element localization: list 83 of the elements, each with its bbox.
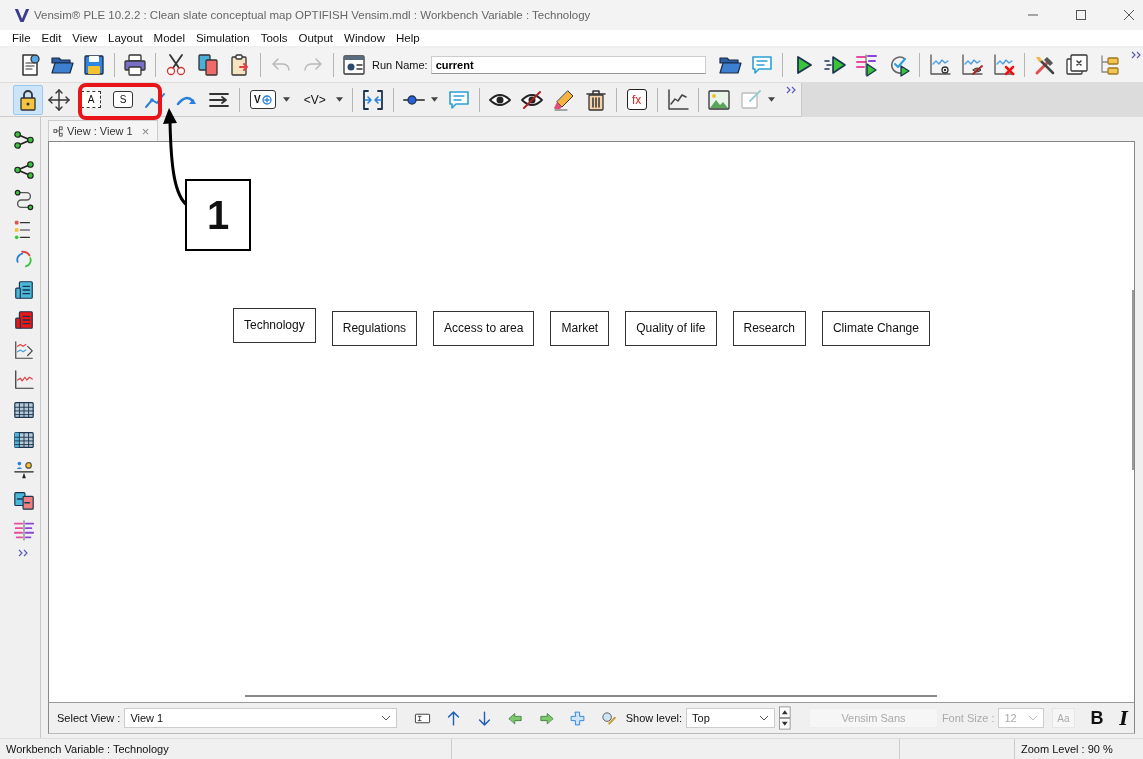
- loop-icon[interactable]: [13, 189, 35, 211]
- compare-icon[interactable]: [13, 489, 35, 511]
- picture-icon[interactable]: [706, 87, 731, 112]
- printer-icon[interactable]: [123, 53, 147, 77]
- step-play-icon[interactable]: [823, 53, 847, 77]
- graph-icon[interactable]: [13, 369, 35, 391]
- balance-icon[interactable]: [13, 459, 35, 481]
- menu-item[interactable]: Help: [395, 32, 420, 44]
- scrollbar[interactable]: [1132, 290, 1134, 470]
- chevron-down-icon: [380, 715, 391, 721]
- app-logo-icon: [14, 7, 30, 23]
- select-view-label: Select View :: [57, 712, 121, 724]
- variable-box[interactable]: Climate Change: [821, 311, 930, 346]
- menu-item[interactable]: Simulation: [195, 32, 250, 44]
- chevron-down-icon: [759, 715, 770, 721]
- document-icon[interactable]: [13, 309, 35, 331]
- variable-box[interactable]: Research: [732, 311, 806, 346]
- variable-box[interactable]: Quality of life: [625, 311, 717, 346]
- view-tab[interactable]: View : View 1 ×: [48, 120, 159, 141]
- table-icon[interactable]: [13, 399, 35, 421]
- menu-item[interactable]: Tools: [260, 32, 288, 44]
- causes-tree-icon[interactable]: [13, 129, 35, 151]
- menu-item[interactable]: Output: [298, 32, 334, 44]
- callout-label: 1: [185, 179, 251, 251]
- overflow-chevron-icon[interactable]: [785, 86, 798, 94]
- bars-icon[interactable]: [13, 519, 35, 541]
- zoom-level: Zoom Level : 90 %: [1020, 742, 1113, 757]
- merge-arrows-icon[interactable]: [360, 87, 385, 112]
- window-title: Vensim® PLE 10.2.2 : Clean slate conceptual map OPTIFISH Vensim.mdl : Workbench Variable : Technology: [34, 9, 591, 21]
- variable-box[interactable]: Technology: [233, 308, 316, 343]
- level-dropdown[interactable]: Top: [686, 708, 776, 728]
- document-icon[interactable]: [13, 279, 35, 301]
- trash-icon[interactable]: [583, 87, 608, 112]
- run-name-field[interactable]: current: [430, 56, 706, 74]
- menu-item[interactable]: Layout: [108, 32, 143, 44]
- sensitivity-play-icon[interactable]: [855, 53, 879, 77]
- font-size-label: Font Size :: [941, 712, 995, 724]
- scissors-icon[interactable]: [164, 53, 188, 77]
- stock-tool-button[interactable]: S: [113, 91, 133, 108]
- italic-button[interactable]: I: [1113, 707, 1134, 729]
- view-dropdown[interactable]: View 1: [124, 708, 397, 728]
- uses-tree-icon[interactable]: [13, 159, 35, 181]
- caret-icon[interactable]: [335, 97, 343, 102]
- variable-box[interactable]: Market: [550, 311, 610, 346]
- variable-box[interactable]: Access to area: [433, 311, 535, 346]
- graph-runner-icon[interactable]: [665, 87, 690, 112]
- menu-item[interactable]: View: [72, 32, 98, 44]
- bold-button[interactable]: B: [1084, 707, 1110, 729]
- menu-item[interactable]: Edit: [41, 32, 62, 44]
- function-button[interactable]: fx: [626, 89, 647, 110]
- plus-circle-icon: [261, 94, 272, 105]
- menu-item[interactable]: Model: [153, 32, 185, 44]
- diagram-icon: [53, 125, 64, 137]
- shadow-add-button[interactable]: V: [250, 90, 276, 109]
- graph-delete-icon[interactable]: [992, 53, 1016, 77]
- save-icon[interactable]: [82, 53, 106, 77]
- run-settings-icon[interactable]: [342, 53, 366, 77]
- chevron-down-icon: [1028, 715, 1039, 721]
- close-icon[interactable]: [1123, 9, 1135, 21]
- caret-icon[interactable]: [430, 97, 438, 102]
- menu-item[interactable]: File: [12, 32, 31, 44]
- causes-graph-icon[interactable]: [13, 339, 35, 361]
- status-message: Workbench Variable : Technology: [0, 739, 452, 759]
- spinner-icon[interactable]: [779, 706, 792, 730]
- graph-hidden-icon[interactable]: [960, 53, 984, 77]
- edit-icon[interactable]: [599, 709, 617, 727]
- show-level-label: Show level:: [625, 712, 683, 724]
- overflow-chevron-icon[interactable]: [1131, 51, 1143, 59]
- run-name-label: Run Name:: [372, 59, 428, 71]
- close-windows-icon[interactable]: [1065, 53, 1089, 77]
- variable-box[interactable]: Regulations: [331, 311, 418, 346]
- plus-icon[interactable]: [568, 709, 586, 727]
- move-hand-icon[interactable]: [47, 87, 71, 112]
- scrollbar[interactable]: [245, 695, 937, 697]
- caret-icon[interactable]: [282, 97, 290, 102]
- shadow-variable-button[interactable]: <V>: [300, 91, 329, 108]
- graph-eye-icon[interactable]: [928, 53, 952, 77]
- table-icon[interactable]: [13, 429, 35, 451]
- overflow-chevron-icon[interactable]: [18, 549, 30, 557]
- caret-icon[interactable]: [767, 97, 775, 102]
- copy-icon[interactable]: [196, 53, 220, 77]
- maximize-icon[interactable]: [1075, 9, 1087, 21]
- menu-item[interactable]: Window: [344, 32, 385, 44]
